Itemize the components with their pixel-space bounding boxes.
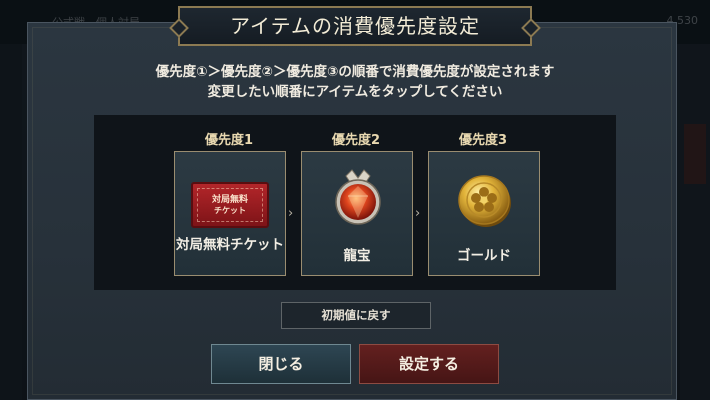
- confirm-settings-button[interactable]: 設定する: [359, 344, 499, 384]
- dialog-title-plate: アイテムの消費優先度設定: [178, 6, 532, 46]
- priority-2-item-card[interactable]: 龍宝: [301, 151, 413, 276]
- ticket-icon: 対局無料 チケット: [191, 182, 269, 228]
- priority-2-item-name: 龍宝: [343, 248, 371, 264]
- ticket-icon-text-1: 対局無料: [211, 195, 248, 205]
- priority-1-item-card[interactable]: 対局無料 チケット 対局無料チケット: [174, 151, 286, 276]
- priority-3-item-name: ゴールド: [457, 248, 511, 264]
- dragon-gem-icon: [328, 166, 388, 230]
- chevron-right-icon: ›: [288, 206, 294, 221]
- priority-3-item-card[interactable]: ゴールド: [428, 151, 540, 276]
- priority-1-item-name: 対局無料チケット: [176, 237, 284, 253]
- chevron-right-icon: ›: [415, 206, 421, 221]
- priority-1-label: 優先度1: [204, 133, 254, 148]
- gold-coin-icon: [455, 166, 515, 230]
- priority-2-label: 優先度2: [331, 133, 381, 148]
- description-line-2: 変更したい順番にアイテムをタップしてください: [207, 84, 503, 100]
- ticket-icon-text-2: チケット: [214, 206, 246, 215]
- reset-to-default-button[interactable]: 初期値に戻す: [281, 302, 431, 329]
- dialog-title: アイテムの消費優先度設定: [230, 14, 480, 38]
- close-button[interactable]: 閉じる: [211, 344, 351, 384]
- description-line-1: 優先度①＞優先度②＞優先度③の順番で消費優先度が設定されます: [155, 64, 555, 80]
- priority-3-label: 優先度3: [458, 133, 508, 148]
